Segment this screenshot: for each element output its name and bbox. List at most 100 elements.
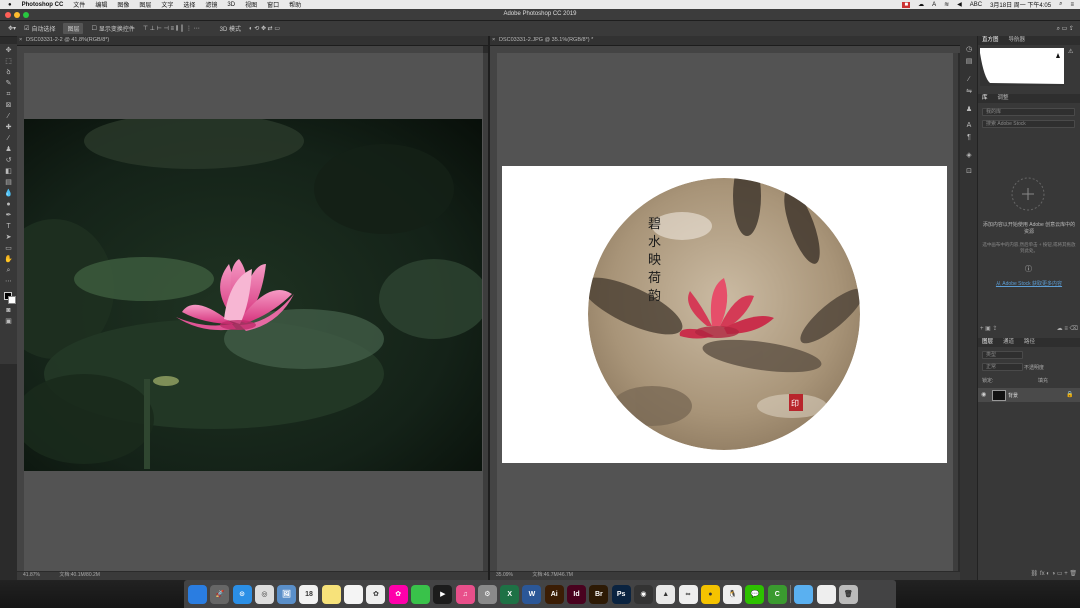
eyedropper-tool-icon[interactable]: ⁄ bbox=[4, 113, 13, 120]
apple-menu-icon[interactable]: ● bbox=[8, 2, 12, 8]
menu-image[interactable]: 图像 bbox=[117, 0, 129, 9]
quick-mask-icon[interactable]: ◙ bbox=[4, 307, 13, 314]
tab-libraries[interactable]: 库 bbox=[982, 94, 988, 103]
stock-link[interactable]: 从 Adobe Stock 获取更多内容 bbox=[982, 280, 1076, 287]
dock-app-camtasia[interactable]: C bbox=[767, 584, 787, 604]
document-tab-2[interactable]: × DSC03331-2.JPG @ 35.1%(RGB/8*) * bbox=[490, 36, 969, 46]
menu-list-icon[interactable]: ≡ bbox=[1070, 2, 1074, 8]
dock-app-photoshop[interactable]: Ps bbox=[611, 584, 631, 604]
menu-select[interactable]: 选择 bbox=[183, 0, 195, 9]
dock-app-clean-master[interactable]: ● bbox=[700, 584, 720, 604]
brush-tool-icon[interactable]: ∕ bbox=[4, 135, 13, 142]
menu-type[interactable]: 文字 bbox=[161, 0, 173, 9]
library-footer-icons[interactable]: + ▣ ⇪ ☁ ≡ ⌫ bbox=[980, 325, 1078, 333]
quick-select-tool-icon[interactable]: ✎ bbox=[4, 80, 13, 87]
menu-window[interactable]: 窗口 bbox=[267, 0, 279, 9]
menu-file[interactable]: 文件 bbox=[73, 0, 85, 9]
stamp-tool-icon[interactable]: ♟ bbox=[4, 146, 13, 153]
visibility-eye-icon[interactable]: ◉ bbox=[981, 391, 986, 398]
wifi-icon[interactable]: ≋ bbox=[944, 1, 949, 8]
recording-icon[interactable]: ■ bbox=[902, 1, 911, 8]
dock-app-launchpad[interactable]: 🚀 bbox=[210, 584, 230, 604]
show-transform-checkbox[interactable]: ☐ bbox=[91, 25, 96, 32]
clock[interactable]: 3月18日 周一 下午4:05 bbox=[990, 0, 1051, 9]
dock-app-facetime[interactable] bbox=[410, 584, 430, 604]
type-tool-icon[interactable]: T bbox=[4, 223, 13, 230]
menu-edit[interactable]: 编辑 bbox=[95, 0, 107, 9]
dock-app-document[interactable] bbox=[816, 584, 836, 604]
dock-app-preview[interactable]: 🖼 bbox=[277, 584, 297, 604]
dock-app-illustrator[interactable]: Ai bbox=[544, 584, 564, 604]
character-panel-icon[interactable]: A bbox=[965, 122, 973, 129]
library-select[interactable]: 我的库 bbox=[982, 108, 1075, 116]
tab-navigator[interactable]: 导航器 bbox=[1009, 36, 1026, 45]
move-tool-icon[interactable]: ✥ bbox=[4, 47, 13, 54]
auto-select-dropdown[interactable]: 图层 bbox=[63, 23, 84, 34]
dodge-tool-icon[interactable]: ● bbox=[4, 201, 13, 208]
document-tab-1[interactable]: × DSC03331-2-2 @ 41.8%(RGB/8*) bbox=[17, 36, 492, 46]
dock-app-safari[interactable]: ⊙ bbox=[232, 584, 252, 604]
zoom-level[interactable]: 35.09% bbox=[496, 572, 513, 578]
paragraph-panel-icon[interactable]: ¶ bbox=[965, 134, 973, 141]
history-brush-icon[interactable]: ↺ bbox=[4, 157, 13, 164]
more-tools-icon[interactable]: ⋯ bbox=[4, 278, 13, 285]
crop-tool-icon[interactable]: ⌗ bbox=[4, 91, 13, 98]
menu-3d[interactable]: 3D bbox=[227, 2, 235, 8]
dock-app-quicktime[interactable]: ▶ bbox=[433, 584, 453, 604]
path-select-icon[interactable]: ➤ bbox=[4, 234, 13, 241]
stock-search-input[interactable]: 搜索 Adobe Stock bbox=[982, 120, 1075, 128]
menu-layer[interactable]: 图层 bbox=[139, 0, 151, 9]
dock-app-trash[interactable]: 🗑 bbox=[838, 584, 858, 604]
ink-wash-artwork[interactable]: 碧 水 映 荷 韵 印 bbox=[502, 166, 947, 463]
dock-app-bridge[interactable]: Br bbox=[589, 584, 609, 604]
auto-select-checkbox[interactable]: ☑ bbox=[24, 25, 29, 32]
dock-app-wechat[interactable]: 💬 bbox=[745, 584, 765, 604]
align-icons[interactable]: ⊤ ⊥ ⊢ ⊣ ≡ ⫼ ║ ⋮ ⋯ bbox=[143, 25, 200, 33]
tab-layers[interactable]: 图层 bbox=[982, 338, 993, 347]
zoom-tool-icon[interactable]: ⌕ bbox=[4, 267, 13, 274]
dock-app-notes[interactable] bbox=[321, 584, 341, 604]
dock-app-chrome[interactable]: ◎ bbox=[254, 584, 274, 604]
dock-app-finder[interactable] bbox=[188, 584, 207, 604]
status-item-a[interactable]: A bbox=[932, 2, 936, 8]
move-tool-icon[interactable]: ✥▾ bbox=[8, 25, 16, 32]
lasso-tool-icon[interactable]: ꝺ bbox=[4, 69, 13, 76]
warning-icon[interactable]: ⚠ bbox=[1068, 48, 1073, 55]
healing-brush-icon[interactable]: ✚ bbox=[4, 124, 13, 131]
close-tab-icon[interactable]: × bbox=[19, 36, 22, 45]
layer-name[interactable]: 背景 bbox=[1008, 392, 1018, 399]
3d-panel-icon[interactable]: ◈ bbox=[965, 152, 973, 159]
screen-mode-icon[interactable]: ▣ bbox=[4, 318, 13, 325]
lotus-photo[interactable] bbox=[24, 119, 482, 471]
background-color-swatch[interactable] bbox=[8, 296, 16, 304]
blend-mode-select[interactable]: 正常 bbox=[982, 363, 1023, 371]
tab-adjustments[interactable]: 调整 bbox=[998, 94, 1009, 103]
info-icon[interactable]: ⓘ bbox=[1025, 264, 1032, 274]
dock-app-system-preferences[interactable]: ⚙ bbox=[477, 584, 497, 604]
dock-app-google-drive[interactable]: ▲ bbox=[656, 584, 676, 604]
dock-app-word[interactable]: W bbox=[522, 584, 542, 604]
dock-app-qq[interactable]: 🐧 bbox=[723, 584, 743, 604]
gradient-tool-icon[interactable]: ▤ bbox=[4, 179, 13, 186]
layer-row[interactable]: ◉ 背景 🔒 bbox=[978, 388, 1080, 402]
menu-filter[interactable]: 滤镜 bbox=[205, 0, 217, 9]
cloud-icon[interactable]: ☁ bbox=[918, 1, 924, 8]
tab-paths[interactable]: 路径 bbox=[1024, 338, 1035, 347]
brush-panel-icon[interactable]: ∕ bbox=[965, 76, 973, 83]
dock-app-photos-alt[interactable]: ✿ bbox=[388, 584, 408, 604]
dock-app-baidu-netdisk[interactable]: ∞ bbox=[678, 584, 698, 604]
search-icon[interactable]: ⌕ ▭ ⇪ bbox=[1057, 25, 1074, 33]
info-panel-icon[interactable]: ⊡ bbox=[965, 168, 973, 175]
blur-tool-icon[interactable]: 💧 bbox=[4, 190, 13, 197]
menu-help[interactable]: 帮助 bbox=[289, 0, 301, 9]
input-source[interactable]: ABC bbox=[970, 2, 982, 8]
brush-settings-icon[interactable]: ▤ bbox=[965, 58, 973, 65]
eraser-tool-icon[interactable]: ◧ bbox=[4, 168, 13, 175]
dock-app-itunes[interactable]: ♫ bbox=[455, 584, 475, 604]
search-icon[interactable]: ⌕ bbox=[1059, 1, 1062, 8]
pen-tool-icon[interactable]: ✒ bbox=[4, 212, 13, 219]
actions-panel-icon[interactable]: ♟ bbox=[965, 106, 973, 113]
marquee-tool-icon[interactable]: ⬚ bbox=[4, 58, 13, 65]
hand-tool-icon[interactable]: ✋ bbox=[4, 256, 13, 263]
close-tab-icon[interactable]: × bbox=[492, 36, 495, 45]
